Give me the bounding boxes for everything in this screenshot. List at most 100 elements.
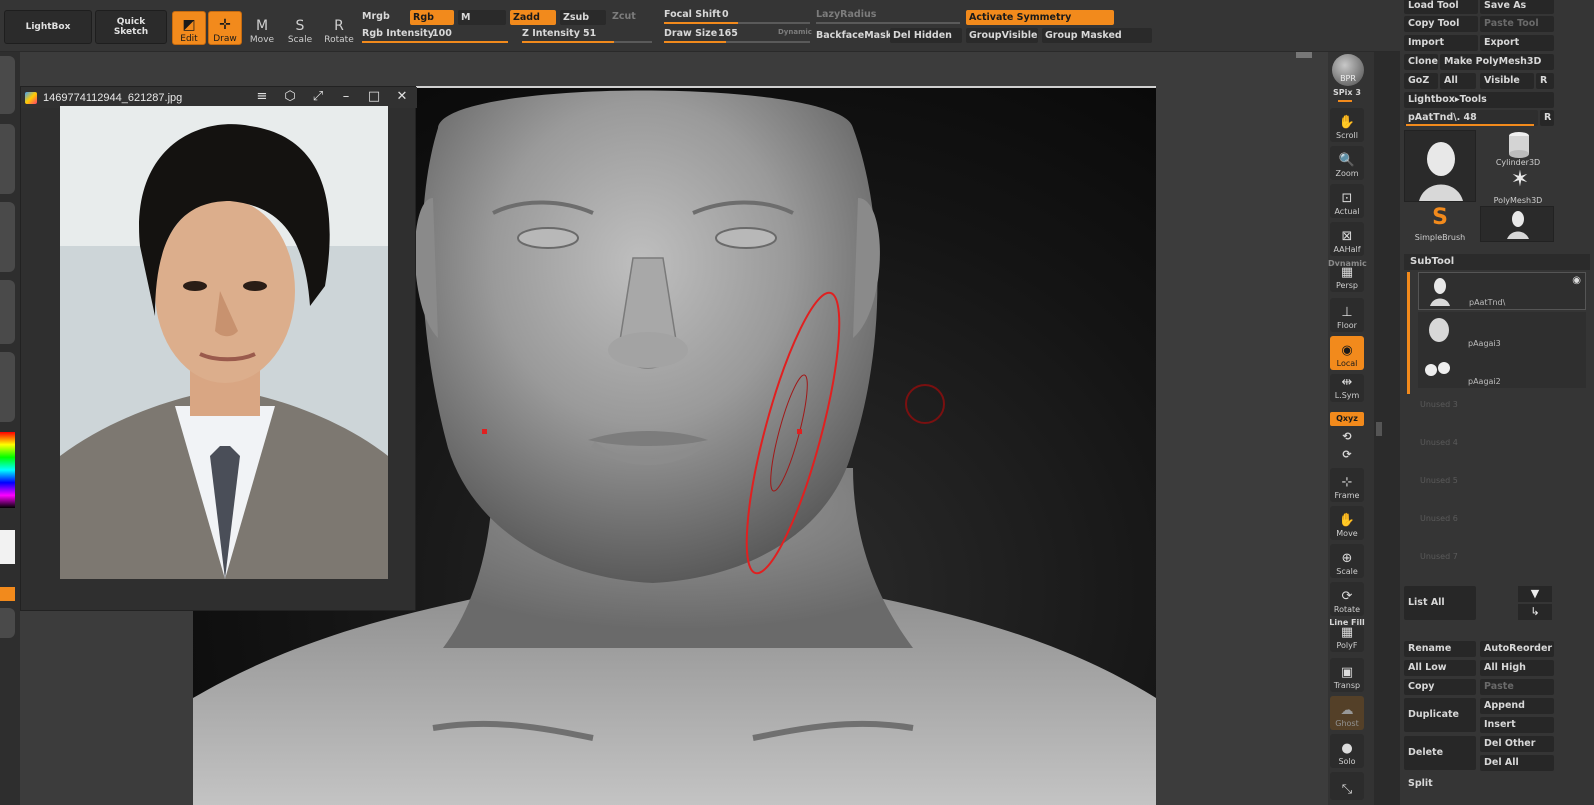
goz-visible-button[interactable]: Visible [1480, 73, 1534, 89]
paste-subtool-button[interactable]: Paste [1480, 679, 1554, 695]
aahalf-button[interactable]: ⊠ AAHalf [1330, 222, 1364, 256]
mrgb-toggle[interactable]: Mrgb [362, 11, 390, 22]
scale-view-button[interactable]: ⊕ Scale [1330, 544, 1364, 578]
all-high-button[interactable]: All High [1480, 660, 1554, 676]
copy-tool-button[interactable]: Copy Tool [1404, 16, 1478, 32]
lightbox-tools-button[interactable]: Lightbox▸Tools [1404, 92, 1554, 108]
quick-sketch-button[interactable]: Quick Sketch [95, 10, 167, 44]
save-as-button[interactable]: Save As [1480, 0, 1554, 14]
tool-thumb-polymesh[interactable]: ✶ [1508, 168, 1532, 192]
rgb-toggle[interactable]: Rgb [410, 10, 454, 25]
fit-screen-icon[interactable]: ⤢ [309, 89, 327, 105]
spix-label[interactable]: SPix 3 [1328, 88, 1366, 97]
goz-r-button[interactable]: R [1536, 73, 1554, 89]
close-icon[interactable]: ✕ [393, 89, 411, 105]
tool-thumb-simplebrush[interactable]: S [1428, 206, 1452, 230]
reference-image-window[interactable]: 1469774112944_621287.jpg ≡ ⬡ ⤢ – □ ✕ [20, 86, 417, 611]
actual-button[interactable]: ⊡ Actual [1330, 184, 1364, 218]
goz-all-button[interactable]: All [1440, 73, 1476, 89]
split-button[interactable]: Split [1404, 776, 1554, 792]
scale-button[interactable]: S Scale [283, 11, 317, 45]
activate-symmetry-button[interactable]: Activate Symmetry [966, 10, 1114, 25]
color-picker[interactable] [0, 432, 15, 508]
clone-button[interactable]: Clone [1404, 54, 1438, 70]
material-slot[interactable] [0, 352, 15, 422]
minimize-icon[interactable]: – [337, 89, 355, 105]
tool-thumb-head-small[interactable] [1480, 206, 1554, 242]
xpose-button[interactable]: ⤡ [1330, 772, 1364, 800]
del-all-button[interactable]: Del All [1480, 755, 1554, 771]
zcut-toggle[interactable]: Zcut [612, 11, 636, 22]
lsym-button[interactable]: ⇹ L.Sym [1330, 374, 1364, 402]
list-all-button[interactable]: List All [1404, 586, 1476, 620]
subtool-row[interactable]: ◉ pAatTnd\ [1418, 272, 1586, 310]
auto-reorder-button[interactable]: AutoReorder [1480, 641, 1554, 657]
goz-button[interactable]: GoZ [1404, 73, 1438, 89]
move-down-arrow-icon[interactable]: ↳ [1518, 604, 1552, 620]
spix-slider[interactable] [1338, 100, 1352, 102]
move-up-arrow-icon[interactable]: ▼ [1518, 586, 1552, 602]
floor-button[interactable]: ⊥ Floor [1330, 298, 1364, 332]
zadd-toggle[interactable]: Zadd [510, 10, 556, 25]
move-button[interactable]: M Move [245, 11, 279, 45]
brush-slot[interactable] [0, 56, 15, 114]
lazy-radius-slider[interactable] [816, 22, 960, 24]
menu-icon[interactable]: ≡ [253, 89, 271, 105]
alpha-slot[interactable] [0, 202, 15, 272]
zoom-button[interactable]: 🔍 Zoom [1330, 146, 1364, 180]
edit-button[interactable]: ◩ Edit [172, 11, 206, 45]
export-button[interactable]: Export [1480, 35, 1554, 51]
bpr-button[interactable]: BPR [1332, 54, 1364, 86]
xyz-symmetry-toggle[interactable]: Qxyz [1330, 412, 1364, 426]
load-tool-button[interactable]: Load Tool [1404, 0, 1478, 14]
import-button[interactable]: Import [1404, 35, 1478, 51]
reference-window-titlebar[interactable]: 1469774112944_621287.jpg ≡ ⬡ ⤢ – □ ✕ [21, 87, 417, 108]
subtool-row[interactable]: pAagai2 [1418, 350, 1586, 388]
draw-button[interactable]: ✛ Draw [208, 11, 242, 45]
append-button[interactable]: Append [1480, 698, 1554, 714]
stroke-slot[interactable] [0, 124, 15, 194]
make-polymesh-button[interactable]: Make PolyMesh3D [1440, 54, 1554, 70]
frame-button[interactable]: ⊹ Frame [1330, 468, 1364, 502]
del-other-button[interactable]: Del Other [1480, 736, 1554, 752]
copy-subtool-button[interactable]: Copy [1404, 679, 1476, 695]
paste-tool-button[interactable]: Paste Tool [1480, 16, 1554, 32]
rotate-button[interactable]: R Rotate [322, 11, 356, 45]
del-hidden-button[interactable]: Del Hidden [890, 28, 962, 43]
scroll-button[interactable]: ✋ Scroll [1330, 108, 1364, 142]
texture-slot[interactable] [0, 280, 15, 344]
rename-button[interactable]: Rename [1404, 641, 1476, 657]
lower-slot[interactable] [0, 608, 15, 638]
tool-thumb-cylinder[interactable] [1504, 130, 1534, 160]
canvas-scroll-handle[interactable] [1296, 52, 1312, 58]
m-toggle[interactable]: M [458, 10, 506, 25]
backface-mask-toggle[interactable]: BackfaceMask [816, 30, 892, 41]
local-button[interactable]: ◉ Local [1330, 336, 1364, 370]
panel-scroll-gutter[interactable] [1374, 52, 1400, 805]
dynamic-toggle[interactable]: Dynamic [778, 28, 812, 36]
maximize-icon[interactable]: □ [365, 89, 383, 105]
duplicate-button[interactable]: Duplicate [1404, 698, 1476, 732]
lazy-radius-label[interactable]: LazyRadius [816, 9, 876, 20]
persp-button[interactable]: ▦ Persp [1330, 266, 1364, 292]
tool-thumb-head[interactable] [1404, 130, 1476, 202]
subtool-header[interactable]: SubTool [1404, 254, 1590, 270]
zsub-toggle[interactable]: Zsub [560, 10, 606, 25]
main-color-swatch[interactable] [0, 530, 15, 564]
lightbox-button[interactable]: LightBox [4, 10, 92, 44]
polyf-button[interactable]: ▦ PolyF [1330, 626, 1364, 652]
gutter-arrow-icon[interactable] [1376, 422, 1382, 436]
group-visible-button[interactable]: GroupVisible [966, 28, 1038, 43]
transp-button[interactable]: ▣ Transp [1330, 658, 1364, 692]
move-view-button[interactable]: ✋ Move [1330, 506, 1364, 540]
delete-button[interactable]: Delete [1404, 736, 1476, 770]
solo-button[interactable]: ● Solo [1330, 734, 1364, 768]
rotate-view-button[interactable]: ⟳ Rotate [1330, 582, 1364, 616]
tool-r-button[interactable]: R [1540, 110, 1554, 126]
eye-icon[interactable]: ◉ [1572, 275, 1581, 286]
pin-icon[interactable]: ⬡ [281, 89, 299, 105]
rotate-free-icon[interactable]: ⟳ [1328, 448, 1366, 461]
all-low-button[interactable]: All Low [1404, 660, 1476, 676]
insert-button[interactable]: Insert [1480, 717, 1554, 733]
rotate-axis-icon[interactable]: ⟲ [1328, 430, 1366, 443]
